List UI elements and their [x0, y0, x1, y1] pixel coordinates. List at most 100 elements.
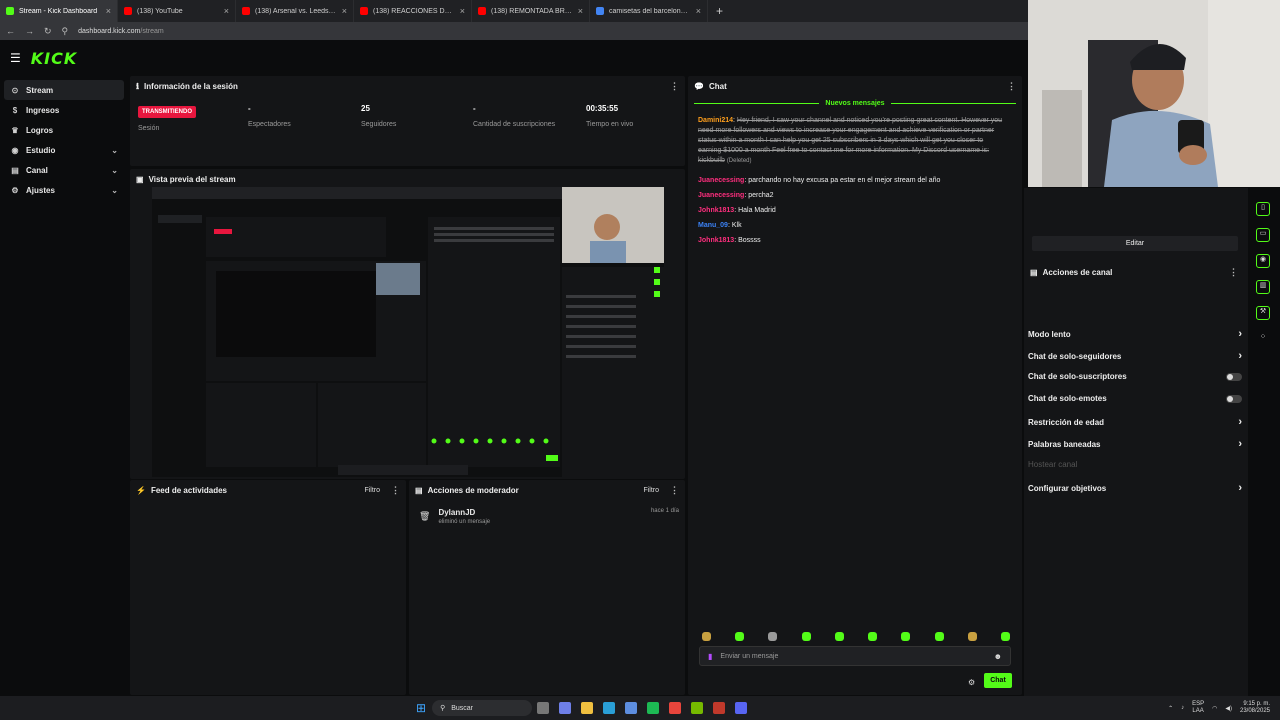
browser-tab[interactable]: Stream - Kick Dashboard ×: [0, 0, 118, 22]
chat-message[interactable]: Johnk1813: Hala Madrid: [698, 206, 1008, 216]
emote-icon[interactable]: [868, 632, 878, 641]
more-icon[interactable]: ⋮: [391, 485, 400, 496]
close-tab-icon[interactable]: ×: [696, 6, 701, 16]
edit-button[interactable]: Editar: [1032, 236, 1238, 251]
chat-message[interactable]: Juanecessing: percha2: [698, 191, 1008, 201]
sidebar-item-estudio[interactable]: ◉ Estudio ⌄: [4, 140, 124, 160]
more-icon[interactable]: ⋮: [670, 485, 679, 496]
channel-action-item[interactable]: Palabras baneadas ›: [1028, 438, 1242, 450]
browser-tab[interactable]: (138) REMONTADA BRUTAL DE... ×: [472, 0, 590, 22]
emote-icon[interactable]: [801, 632, 811, 641]
mic-icon[interactable]: ▮: [708, 652, 712, 661]
volume-icon[interactable]: ◀): [1225, 705, 1232, 712]
xbox-icon[interactable]: [647, 702, 660, 714]
wrench-icon[interactable]: ⚒: [1256, 306, 1270, 320]
dots-grid-icon[interactable]: ⁘: [1256, 332, 1270, 346]
copilot-icon[interactable]: [559, 702, 572, 714]
mod-user[interactable]: DylannJD: [438, 508, 643, 517]
close-tab-icon[interactable]: ×: [460, 6, 465, 16]
emote-icon[interactable]: [1000, 632, 1010, 641]
site-info-icon[interactable]: ⚲: [62, 26, 69, 37]
new-messages-divider[interactable]: Nuevos mensajes: [694, 100, 1016, 107]
steam-icon[interactable]: [713, 702, 726, 714]
channel-action-item[interactable]: Restricción de edad ›: [1028, 416, 1242, 428]
emote-icon[interactable]: [702, 632, 711, 641]
channel-action-item[interactable]: Chat de solo-emotes: [1028, 394, 1242, 403]
activity-filter-button[interactable]: Filtro: [364, 487, 380, 494]
microphone-icon[interactable]: ♪: [1181, 705, 1184, 711]
close-tab-icon[interactable]: ×: [342, 6, 347, 16]
emote-icon[interactable]: [934, 632, 944, 641]
browser-tab[interactable]: (138) REACCIONES DE UN HINC... ×: [354, 0, 472, 22]
sidebar-item-canal[interactable]: ▤ Canal ⌄: [4, 160, 124, 180]
menu-icon[interactable]: ☰: [10, 51, 21, 65]
emote-icon[interactable]: [768, 632, 778, 641]
channel-action-item[interactable]: Chat de solo-seguidores ›: [1028, 350, 1242, 362]
back-icon[interactable]: ←: [6, 26, 15, 36]
chat-username[interactable]: Manu_09: [698, 222, 728, 229]
emoji-icon[interactable]: ☻: [994, 652, 1002, 661]
language-indicator[interactable]: ESP LAA: [1192, 701, 1204, 715]
browser-tab[interactable]: camisetas del barcelona 2025 - ×: [590, 0, 708, 22]
broadcast-icon[interactable]: ◉: [1256, 254, 1270, 268]
toggle-switch[interactable]: [1226, 394, 1242, 403]
chevron-up-icon[interactable]: ⌃: [1168, 705, 1173, 712]
chat-username[interactable]: Juanecessing: [698, 177, 744, 184]
taskbar-search[interactable]: ⚲ Buscar: [432, 700, 533, 716]
book-icon[interactable]: ▯: [1256, 202, 1270, 216]
wifi-icon[interactable]: ◠: [1212, 705, 1217, 712]
message-icon[interactable]: ▭: [1256, 228, 1270, 242]
new-tab-icon[interactable]: +: [708, 4, 731, 18]
system-tray[interactable]: ⌃ ♪ ESP LAA ◠ ◀) 9:15 p. m. 23/08/2025: [1168, 701, 1270, 715]
emote-icon[interactable]: [901, 632, 911, 641]
chat-message[interactable]: Damini214: Hey friend, I saw your channe…: [698, 116, 1008, 166]
channel-action-label: Palabras baneadas: [1028, 439, 1101, 449]
channel-action-item[interactable]: Modo lento ›: [1028, 328, 1242, 340]
chat-username[interactable]: Johnk1813: [698, 207, 734, 214]
url-text[interactable]: dashboard.kick.com/stream: [78, 28, 164, 35]
sidebar-item-stream[interactable]: ⊙ Stream: [4, 80, 124, 100]
toggle-switch[interactable]: [1226, 372, 1242, 381]
chat-username[interactable]: Johnk1813: [698, 237, 734, 244]
channel-action-item[interactable]: Chat de solo-suscriptores: [1028, 372, 1242, 381]
emote-icon[interactable]: [967, 632, 977, 641]
close-tab-icon[interactable]: ×: [106, 6, 111, 16]
channel-action-item[interactable]: Configurar objetivos ›: [1028, 482, 1242, 494]
emote-icon[interactable]: [735, 632, 745, 641]
clock[interactable]: 9:15 p. m. 23/08/2025: [1240, 701, 1270, 715]
browser-tab[interactable]: (138) YouTube ×: [118, 0, 236, 22]
more-icon[interactable]: ⋮: [670, 81, 679, 92]
close-tab-icon[interactable]: ×: [224, 6, 229, 16]
chat-settings-icon[interactable]: ⚙: [968, 678, 975, 687]
chat-message[interactable]: Johnk1813: Bossss: [698, 236, 1008, 246]
more-icon[interactable]: ⋮: [1007, 81, 1016, 92]
discord-icon[interactable]: [735, 702, 748, 714]
close-tab-icon[interactable]: ×: [578, 6, 583, 16]
chat-input[interactable]: ▮ Enviar un mensaje ☻: [699, 646, 1011, 666]
file-explorer-icon[interactable]: [581, 702, 594, 714]
emote-icon[interactable]: [834, 632, 844, 641]
chat-message[interactable]: Manu_09: Klk: [698, 221, 1008, 231]
windows-start-icon[interactable]: ⊞: [416, 701, 426, 715]
chat-username[interactable]: Damini214: [698, 117, 733, 124]
reload-icon[interactable]: ↻: [44, 26, 52, 37]
stream-preview-video[interactable]: [152, 187, 664, 477]
sidebar-item-ajustes[interactable]: ⚙ Ajustes ⌄: [4, 180, 124, 200]
sidebar-item-logros[interactable]: ♛ Logros: [4, 120, 124, 140]
modactions-filter-button[interactable]: Filtro: [643, 487, 659, 494]
chat-username[interactable]: Juanecessing: [698, 192, 744, 199]
edge-icon[interactable]: [603, 702, 616, 714]
chat-messages: Damini214: Hey friend, I saw your channe…: [698, 116, 1008, 251]
forward-icon[interactable]: →: [25, 26, 34, 36]
browser-tab[interactable]: (138) Arsenal vs. Leeds | Highlig... ×: [236, 0, 354, 22]
sidebar-item-ingresos[interactable]: $ Ingresos: [4, 100, 124, 120]
chat-message[interactable]: Juanecessing: parchando no hay excusa pa…: [698, 176, 1008, 186]
chrome-icon[interactable]: [669, 702, 682, 714]
kick-logo[interactable]: KICK: [31, 49, 78, 68]
more-icon[interactable]: ⋮: [1229, 267, 1238, 278]
task-view-icon[interactable]: [537, 702, 550, 714]
layout-icon[interactable]: ▥: [1256, 280, 1270, 294]
chat-send-button[interactable]: Chat: [984, 673, 1012, 688]
nvidia-icon[interactable]: [691, 702, 704, 714]
store-icon[interactable]: [625, 702, 638, 714]
